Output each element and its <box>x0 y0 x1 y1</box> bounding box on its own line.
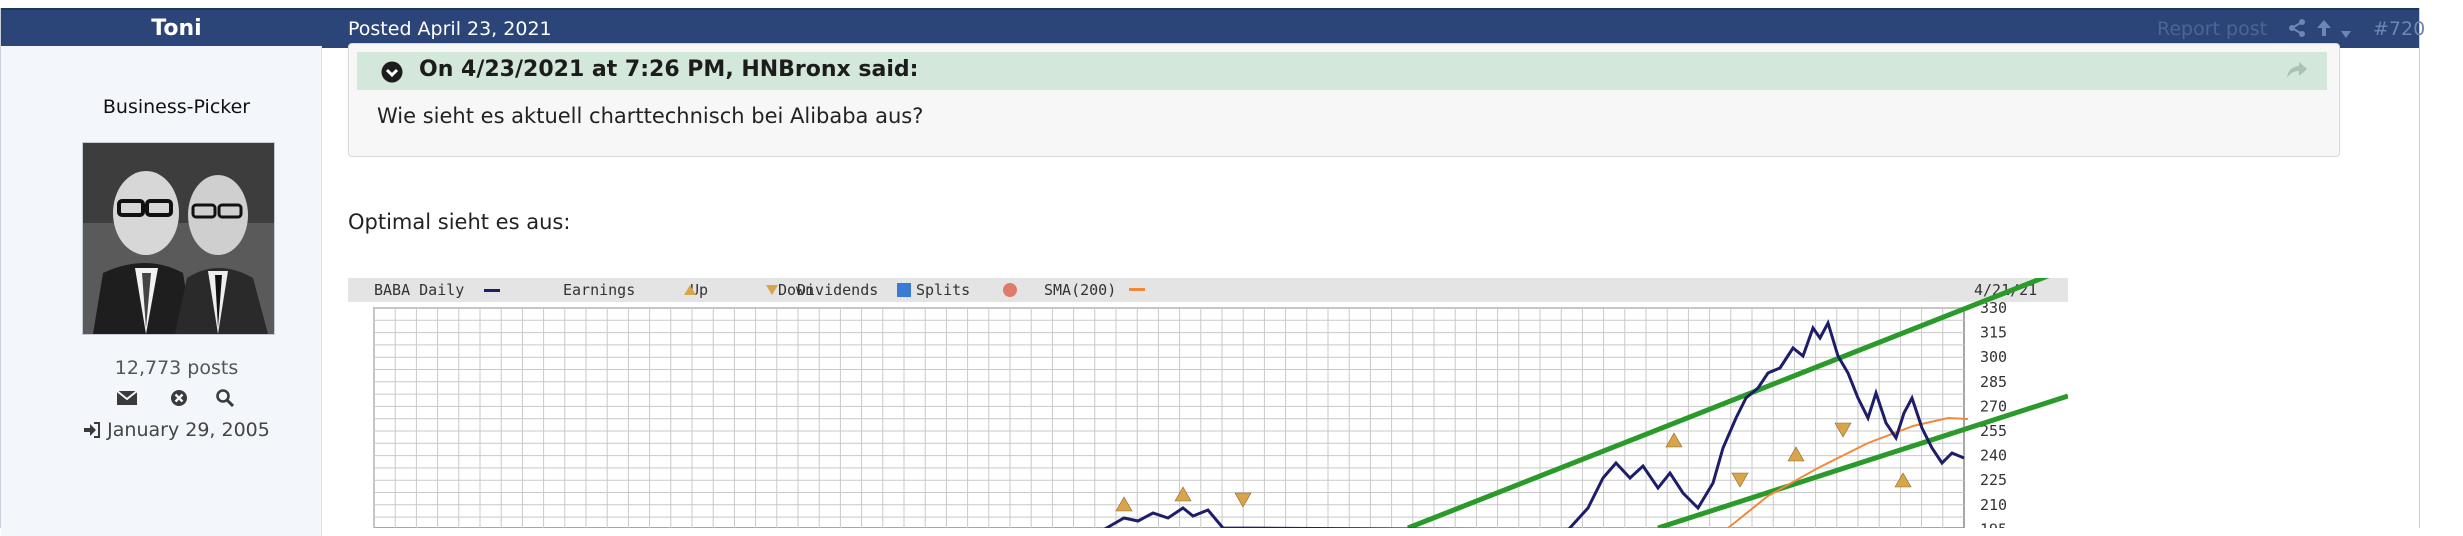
quote-block: On 4/23/2021 at 7:26 PM, HNBronx said: W… <box>348 43 2340 157</box>
chart-legend-label: BABA Daily <box>374 281 464 299</box>
chart-grid <box>373 307 1965 530</box>
collapse-quote-icon[interactable] <box>381 61 403 87</box>
share-icon[interactable] <box>2287 18 2307 42</box>
go-to-quoted-post-icon[interactable] <box>2285 60 2309 84</box>
post-count[interactable]: 12,773 posts <box>1 357 352 379</box>
legend-sma-swatch <box>1129 288 1145 291</box>
member-title: Business-Picker <box>102 96 251 118</box>
post-date[interactable]: Posted April 23, 2021 <box>348 18 552 40</box>
stock-chart: BABA Daily Earnings Up Down Dividends Splits S… <box>348 265 2069 536</box>
author-panel: Business-Picker 12,773 posts January 29,… <box>1 46 322 536</box>
quote-text: Wie sieht es aktuell charttechnisch bei … <box>377 104 924 128</box>
y-tick-label: 270 <box>1980 397 2007 415</box>
upvote-arrow-icon[interactable] <box>2314 18 2334 42</box>
quote-header[interactable]: On 4/23/2021 at 7:26 PM, HNBronx said: <box>357 52 2327 90</box>
plot-area <box>373 307 1965 529</box>
ignore-user-icon[interactable] <box>170 389 188 411</box>
legend-dividends-icon <box>897 283 911 297</box>
post-number-link[interactable]: #720 <box>2373 18 2425 40</box>
y-tick-label: 210 <box>1980 496 2007 514</box>
chart-legend-label: Earnings <box>563 281 635 299</box>
sign-in-icon <box>83 419 107 441</box>
y-tick-label: 300 <box>1980 348 2007 366</box>
joined-date: January 29, 2005 <box>1 419 352 441</box>
report-post-link[interactable]: Report post <box>2157 18 2267 40</box>
y-tick-label: 285 <box>1980 373 2007 391</box>
envelope-icon[interactable] <box>116 390 138 410</box>
author-name[interactable]: Toni <box>1 16 352 41</box>
forum-post: Toni Posted April 23, 2021 Report post #… <box>0 8 2425 536</box>
post-body-text: Optimal sieht es aus: <box>348 210 571 234</box>
chart-legend-label: Splits <box>916 281 970 299</box>
post-header: Toni Posted April 23, 2021 Report post #… <box>1 8 2425 48</box>
legend-splits-icon <box>1003 283 1017 297</box>
forum-page: Toni Posted April 23, 2021 Report post #… <box>0 0 2463 536</box>
y-tick-label: 315 <box>1980 324 2007 342</box>
y-tick-label: 195 <box>1980 520 2007 528</box>
caret-down-icon[interactable] <box>2341 24 2351 43</box>
chart-legend-label: Dividends <box>797 281 878 299</box>
chart-legend-label: SMA(200) <box>1044 281 1116 299</box>
y-tick-label: 240 <box>1980 447 2007 465</box>
quote-citation[interactable]: On 4/23/2021 at 7:26 PM, HNBronx said: <box>419 57 918 82</box>
avatar[interactable] <box>82 142 275 335</box>
joined-date-text: January 29, 2005 <box>107 419 270 441</box>
y-tick-label: 225 <box>1980 471 2007 489</box>
search-icon[interactable] <box>216 389 235 411</box>
stock-chart-svg: BABA Daily Earnings Up DownDividends Splits S… <box>348 265 2069 536</box>
legend-price-swatch <box>484 289 500 292</box>
